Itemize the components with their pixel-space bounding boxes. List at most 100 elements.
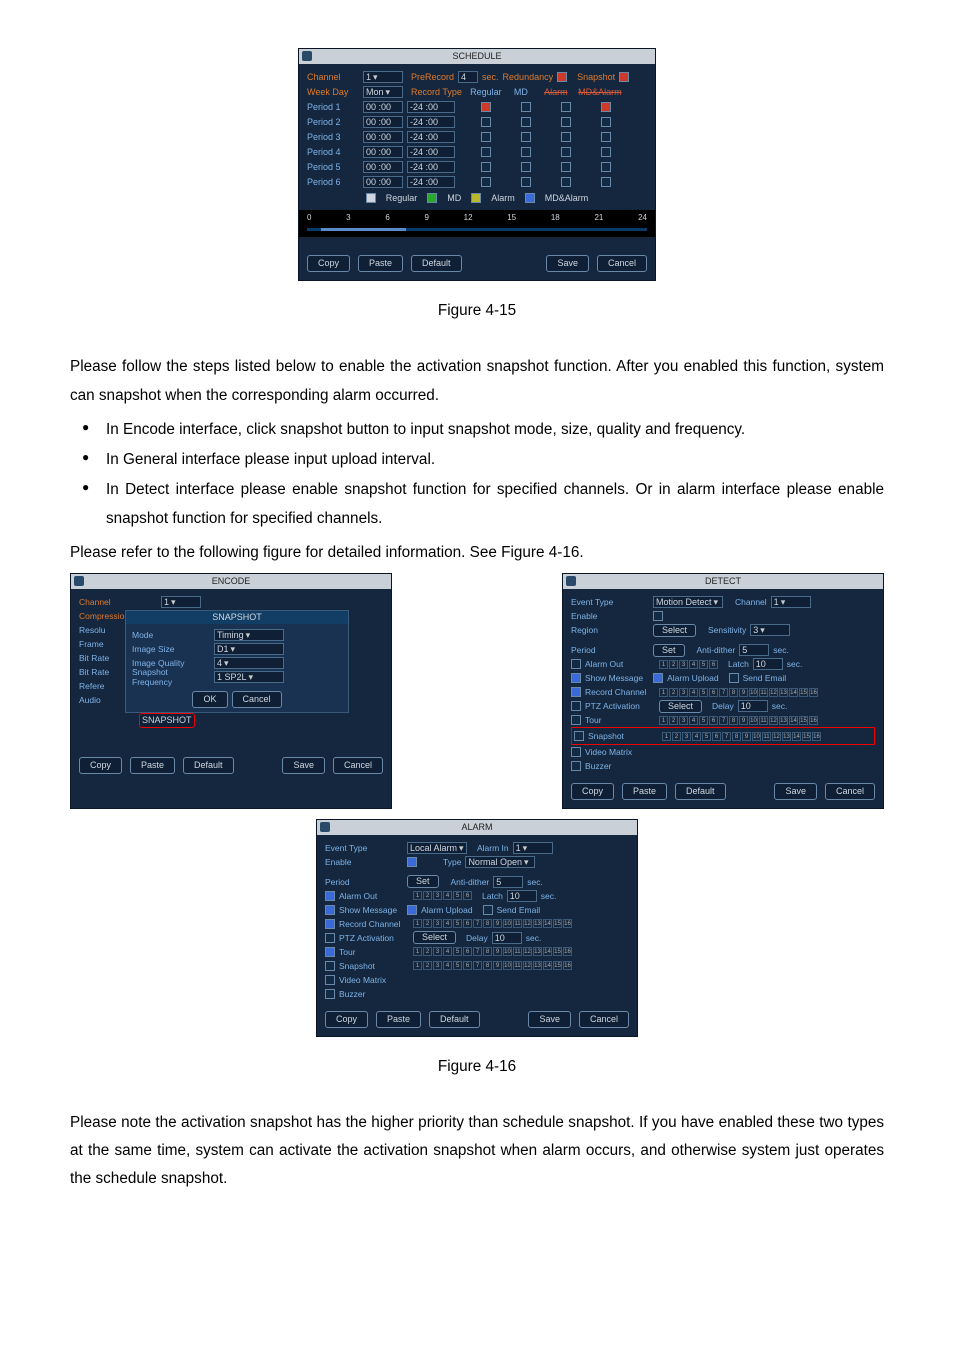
al-upload-cb[interactable]: [407, 905, 417, 915]
al-snapshot-cb[interactable]: [325, 961, 335, 971]
period-regular[interactable]: [481, 117, 491, 127]
det-evtype[interactable]: Motion Detect: [653, 596, 723, 608]
period-start[interactable]: 00 :00: [363, 116, 403, 128]
det-copy[interactable]: Copy: [571, 783, 614, 800]
enc-snapshot-button[interactable]: SNAPSHOT: [139, 713, 195, 728]
snap-size[interactable]: D1: [214, 643, 284, 655]
period-md[interactable]: [521, 147, 531, 157]
period-alarm[interactable]: [561, 147, 571, 157]
period-mdalarm[interactable]: [601, 117, 611, 127]
period-alarm[interactable]: [561, 117, 571, 127]
det-alarmout-cb[interactable]: [571, 659, 581, 669]
det-alarmout-chan[interactable]: 123456: [659, 660, 718, 669]
channel-select[interactable]: 1: [363, 71, 403, 83]
det-snapshot-chan[interactable]: 12345678910111213141516: [662, 732, 821, 741]
det-sens[interactable]: 3: [750, 624, 790, 636]
al-anti[interactable]: 5: [493, 876, 523, 888]
enc-paste[interactable]: Paste: [130, 757, 175, 774]
period-end[interactable]: -24 :00: [407, 176, 455, 188]
al-recchan[interactable]: 12345678910111213141516: [413, 919, 572, 928]
redundancy-checkbox[interactable]: [557, 72, 567, 82]
snapshot-checkbox[interactable]: [619, 72, 629, 82]
det-showmsg-cb[interactable]: [571, 673, 581, 683]
det-ptz-cb[interactable]: [571, 701, 581, 711]
enc-copy[interactable]: Copy: [79, 757, 122, 774]
det-email-cb[interactable]: [729, 673, 739, 683]
al-out-cb[interactable]: [325, 891, 335, 901]
cancel-button[interactable]: Cancel: [597, 255, 647, 272]
det-default[interactable]: Default: [675, 783, 726, 800]
period-mdalarm[interactable]: [601, 162, 611, 172]
period-end[interactable]: -24 :00: [407, 116, 455, 128]
al-paste[interactable]: Paste: [376, 1011, 421, 1028]
al-enable[interactable]: [407, 857, 417, 867]
period-start[interactable]: 00 :00: [363, 131, 403, 143]
al-save[interactable]: Save: [528, 1011, 571, 1028]
period-md[interactable]: [521, 177, 531, 187]
period-mdalarm[interactable]: [601, 102, 611, 112]
det-cancel[interactable]: Cancel: [825, 783, 875, 800]
period-regular[interactable]: [481, 132, 491, 142]
save-button[interactable]: Save: [546, 255, 589, 272]
al-delay[interactable]: 10: [492, 932, 522, 944]
period-start[interactable]: 00 :00: [363, 146, 403, 158]
period-md[interactable]: [521, 162, 531, 172]
al-snapshot-chan[interactable]: 12345678910111213141516: [413, 961, 572, 970]
snap-ok[interactable]: OK: [192, 691, 227, 708]
det-snapshot-cb[interactable]: [574, 731, 584, 741]
period-regular[interactable]: [481, 162, 491, 172]
al-email-cb[interactable]: [483, 905, 493, 915]
det-upload-cb[interactable]: [653, 673, 663, 683]
det-delay[interactable]: 10: [738, 700, 768, 712]
period-md[interactable]: [521, 102, 531, 112]
snap-quality[interactable]: 4: [214, 657, 284, 669]
paste-button[interactable]: Paste: [358, 255, 403, 272]
period-end[interactable]: -24 :00: [407, 131, 455, 143]
prerecord-input[interactable]: 4: [458, 71, 478, 83]
det-video-cb[interactable]: [571, 747, 581, 757]
al-ptz-cb[interactable]: [325, 933, 335, 943]
al-buzzer-cb[interactable]: [325, 989, 335, 999]
period-start[interactable]: 00 :00: [363, 161, 403, 173]
enc-save[interactable]: Save: [282, 757, 325, 774]
al-evtype[interactable]: Local Alarm: [407, 842, 467, 854]
period-alarm[interactable]: [561, 102, 571, 112]
al-showmsg-cb[interactable]: [325, 905, 335, 915]
al-ptz-select[interactable]: Select: [413, 931, 456, 944]
det-period-set[interactable]: Set: [653, 644, 685, 657]
snap-freq[interactable]: 1 SP2L: [214, 671, 284, 683]
al-cancel[interactable]: Cancel: [579, 1011, 629, 1028]
al-set[interactable]: Set: [407, 875, 439, 888]
period-md[interactable]: [521, 132, 531, 142]
period-mdalarm[interactable]: [601, 147, 611, 157]
det-enable[interactable]: [653, 611, 663, 621]
det-tour-cb[interactable]: [571, 715, 581, 725]
snap-mode[interactable]: Timing: [214, 629, 284, 641]
snap-cancel[interactable]: Cancel: [232, 691, 282, 708]
copy-button[interactable]: Copy: [307, 255, 350, 272]
det-latch[interactable]: 10: [753, 658, 783, 670]
period-regular[interactable]: [481, 177, 491, 187]
det-region-select[interactable]: Select: [653, 624, 696, 637]
det-anti[interactable]: 5: [739, 644, 769, 656]
al-type[interactable]: Normal Open: [465, 856, 535, 868]
period-md[interactable]: [521, 117, 531, 127]
enc-default[interactable]: Default: [183, 757, 234, 774]
enc-channel[interactable]: 1: [161, 596, 201, 608]
det-tour-chan[interactable]: 12345678910111213141516: [659, 716, 818, 725]
det-recchan[interactable]: 12345678910111213141516: [659, 688, 818, 697]
det-buzzer-cb[interactable]: [571, 761, 581, 771]
enc-cancel[interactable]: Cancel: [333, 757, 383, 774]
period-end[interactable]: -24 :00: [407, 146, 455, 158]
period-start[interactable]: 00 :00: [363, 101, 403, 113]
period-end[interactable]: -24 :00: [407, 161, 455, 173]
det-ptz-select[interactable]: Select: [659, 700, 702, 713]
al-tour-chan[interactable]: 12345678910111213141516: [413, 947, 572, 956]
weekday-select[interactable]: Mon: [363, 86, 403, 98]
al-latch[interactable]: 10: [507, 890, 537, 902]
al-recchan-cb[interactable]: [325, 919, 335, 929]
det-paste[interactable]: Paste: [622, 783, 667, 800]
period-alarm[interactable]: [561, 132, 571, 142]
det-save[interactable]: Save: [774, 783, 817, 800]
al-out-chan[interactable]: 123456: [413, 891, 472, 900]
